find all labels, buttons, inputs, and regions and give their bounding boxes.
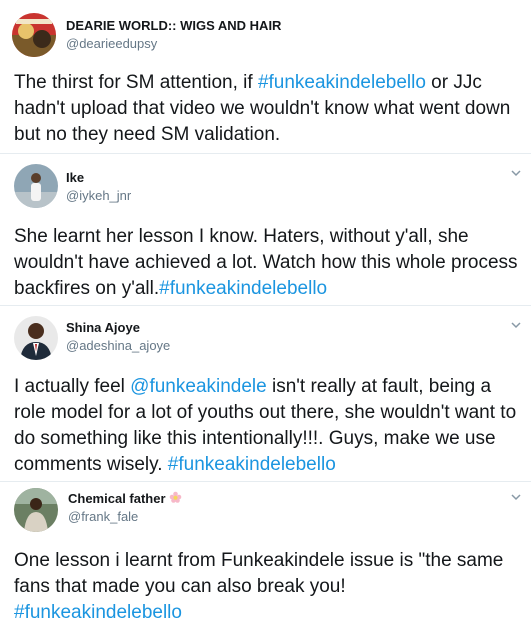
display-name[interactable]: Chemical father bbox=[68, 491, 182, 506]
chevron-down-icon[interactable] bbox=[509, 318, 523, 332]
tweet-text-segment: I actually feel bbox=[14, 376, 131, 397]
tweet[interactable]: Ike @iykeh_jnr She learnt her lesson I k… bbox=[0, 154, 531, 306]
tweet-feed: DEARIE WORLD:: WIGS AND HAIR @dearieedup… bbox=[0, 0, 531, 629]
user-handle[interactable]: @frank_fale bbox=[68, 509, 138, 524]
tweet-text-segment: One lesson i learnt from Funkeakindele i… bbox=[14, 550, 504, 597]
avatar[interactable] bbox=[14, 164, 58, 208]
avatar[interactable] bbox=[14, 316, 58, 360]
display-name-text: Chemical father bbox=[68, 491, 166, 506]
mention-link[interactable]: @funkeakindele bbox=[130, 376, 267, 397]
display-name[interactable]: Ike bbox=[66, 170, 84, 185]
display-name[interactable]: DEARIE WORLD:: WIGS AND HAIR bbox=[66, 18, 281, 33]
tweet-text: I actually feel @funkeakindele isn't rea… bbox=[14, 374, 519, 478]
chevron-down-icon[interactable] bbox=[509, 490, 523, 504]
chevron-down-icon[interactable] bbox=[509, 166, 523, 180]
display-name[interactable]: Shina Ajoye bbox=[66, 320, 140, 335]
avatar[interactable] bbox=[14, 488, 58, 532]
user-handle[interactable]: @adeshina_ajoye bbox=[66, 338, 170, 353]
tweet[interactable]: DEARIE WORLD:: WIGS AND HAIR @dearieedup… bbox=[0, 0, 531, 154]
hashtag-link[interactable]: #funkeakindelebello bbox=[168, 454, 336, 475]
tweet-text: The thirst for SM attention, if #funkeak… bbox=[14, 70, 519, 148]
user-handle[interactable]: @dearieedupsy bbox=[66, 36, 157, 51]
tweet-text: One lesson i learnt from Funkeakindele i… bbox=[14, 548, 519, 626]
hashtag-link[interactable]: #funkeakindelebello bbox=[14, 602, 182, 623]
tweet[interactable]: Shina Ajoye @adeshina_ajoye I actually f… bbox=[0, 306, 531, 482]
tweet-text: She learnt her lesson I know. Haters, wi… bbox=[14, 224, 519, 302]
hashtag-link[interactable]: #funkeakindelebello bbox=[159, 278, 327, 299]
flower-emoji-icon bbox=[169, 491, 181, 503]
hashtag-link[interactable]: #funkeakindelebello bbox=[258, 72, 426, 93]
tweet[interactable]: Chemical father @frank_fale One lesson i… bbox=[0, 482, 531, 629]
tweet-text-segment: The thirst for SM attention, if bbox=[14, 72, 258, 93]
user-handle[interactable]: @iykeh_jnr bbox=[66, 188, 131, 203]
avatar[interactable] bbox=[12, 13, 56, 57]
